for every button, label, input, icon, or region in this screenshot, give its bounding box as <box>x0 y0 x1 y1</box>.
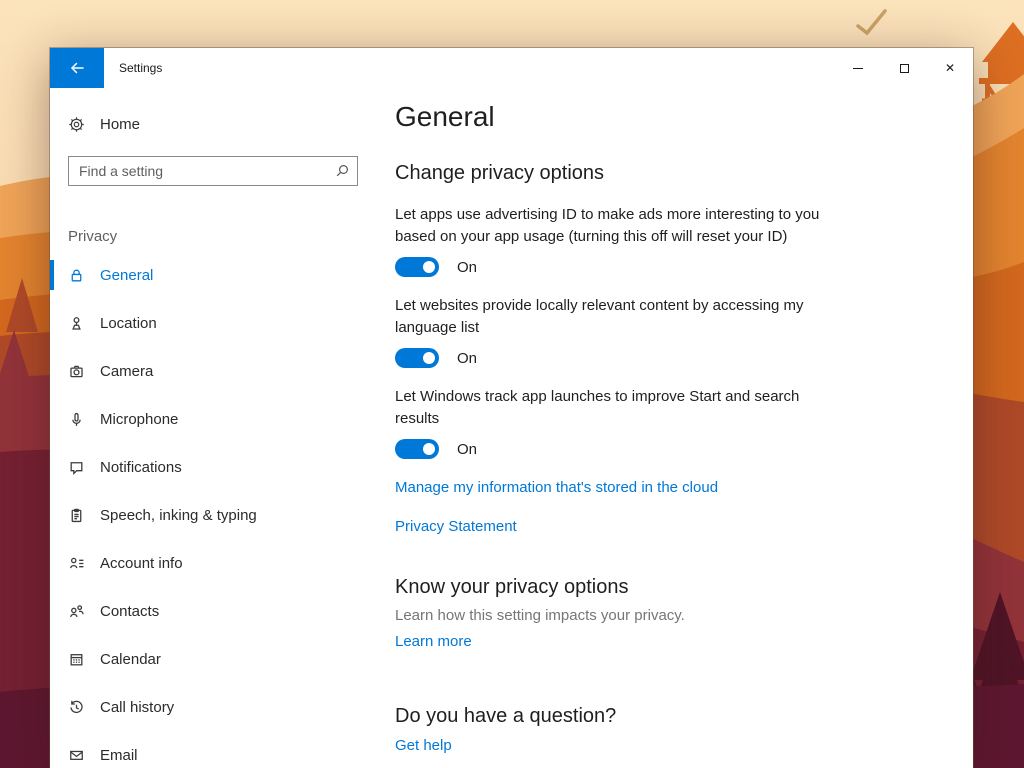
window-title: Settings <box>119 61 162 75</box>
sidebar-item-speech-inking-typing[interactable]: Speech, inking & typing <box>50 491 380 539</box>
question-title: Do you have a question? <box>395 703 953 729</box>
toggle-switch-app-launch-tracking[interactable] <box>395 439 439 459</box>
minimize-icon <box>853 68 863 69</box>
sidebar-nav: General Location <box>50 251 380 768</box>
location-icon <box>68 315 85 332</box>
calendar-icon <box>68 651 85 668</box>
sidebar-item-label: Home <box>100 116 140 133</box>
manage-cloud-info-link[interactable]: Manage my information that's stored in t… <box>395 479 953 496</box>
privacy-options-description: Learn how this setting impacts your priv… <box>395 607 953 624</box>
contacts-icon <box>68 603 85 620</box>
sidebar-item-contacts[interactable]: Contacts <box>50 587 380 635</box>
sidebar-section-label: Privacy <box>68 228 380 245</box>
search-icon[interactable] <box>334 163 350 184</box>
microphone-icon <box>68 411 85 428</box>
get-help-link[interactable]: Get help <box>395 737 953 754</box>
sidebar-item-account-info[interactable]: Account info <box>50 539 380 587</box>
setting-label: Let websites provide locally relevant co… <box>395 295 847 339</box>
sidebar-item-label: Microphone <box>100 411 178 428</box>
toggle-state: On <box>457 441 477 458</box>
maximize-icon <box>900 64 909 73</box>
clipboard-icon <box>68 507 85 524</box>
gear-icon <box>68 116 85 133</box>
sidebar: Home Privacy <box>50 88 380 768</box>
sidebar-item-label: Speech, inking & typing <box>100 507 257 524</box>
caption-controls: ✕ <box>835 48 973 88</box>
main-content: General Change privacy options Let apps … <box>380 88 973 768</box>
section-title: Change privacy options <box>395 160 953 186</box>
sidebar-item-general[interactable]: General <box>50 251 380 299</box>
toggle-state: On <box>457 259 477 276</box>
setting-app-launch-tracking: Let Windows track app launches to improv… <box>395 386 953 459</box>
sidebar-item-label: Notifications <box>100 459 182 476</box>
toggle-switch-language-list[interactable] <box>395 348 439 368</box>
call-history-icon <box>68 699 85 716</box>
sidebar-item-camera[interactable]: Camera <box>50 347 380 395</box>
sidebar-item-location[interactable]: Location <box>50 299 380 347</box>
setting-language-list: Let websites provide locally relevant co… <box>395 295 953 368</box>
email-icon <box>68 747 85 764</box>
back-arrow-icon <box>68 59 86 77</box>
sidebar-item-calendar[interactable]: Calendar <box>50 635 380 683</box>
account-icon <box>68 555 85 572</box>
close-icon: ✕ <box>945 62 955 74</box>
sidebar-item-notifications[interactable]: Notifications <box>50 443 380 491</box>
sidebar-item-label: Email <box>100 747 138 764</box>
toggle-knob <box>423 261 435 273</box>
toggle-knob <box>423 443 435 455</box>
page-title: General <box>395 100 953 134</box>
camera-icon <box>68 363 85 380</box>
setting-label: Let apps use advertising ID to make ads … <box>395 204 847 248</box>
lock-icon <box>68 267 85 284</box>
back-button[interactable] <box>50 48 104 88</box>
sidebar-item-home[interactable]: Home <box>50 106 380 142</box>
sidebar-item-label: Camera <box>100 363 153 380</box>
sidebar-item-email[interactable]: Email <box>50 731 380 768</box>
sidebar-item-microphone[interactable]: Microphone <box>50 395 380 443</box>
learn-more-link[interactable]: Learn more <box>395 633 953 650</box>
sidebar-item-label: Calendar <box>100 651 161 668</box>
toggle-knob <box>423 352 435 364</box>
sidebar-item-label: Location <box>100 315 157 332</box>
privacy-options-title: Know your privacy options <box>395 574 953 600</box>
toggle-switch-advertising-id[interactable] <box>395 257 439 277</box>
maximize-button[interactable] <box>881 48 927 88</box>
sidebar-item-label: General <box>100 267 153 284</box>
close-button[interactable]: ✕ <box>927 48 973 88</box>
search-input[interactable] <box>68 156 358 186</box>
sidebar-item-label: Call history <box>100 699 174 716</box>
sidebar-item-call-history[interactable]: Call history <box>50 683 380 731</box>
notifications-icon <box>68 459 85 476</box>
titlebar: Settings ✕ <box>50 48 973 88</box>
minimize-button[interactable] <box>835 48 881 88</box>
sidebar-item-label: Account info <box>100 555 183 572</box>
selected-indicator <box>50 260 54 290</box>
search-box <box>68 156 358 186</box>
sidebar-item-label: Contacts <box>100 603 159 620</box>
toggle-state: On <box>457 350 477 367</box>
settings-window: Settings ✕ Home <box>50 48 973 768</box>
setting-label: Let Windows track app launches to improv… <box>395 386 847 430</box>
privacy-statement-link[interactable]: Privacy Statement <box>395 518 953 535</box>
setting-advertising-id: Let apps use advertising ID to make ads … <box>395 204 953 277</box>
